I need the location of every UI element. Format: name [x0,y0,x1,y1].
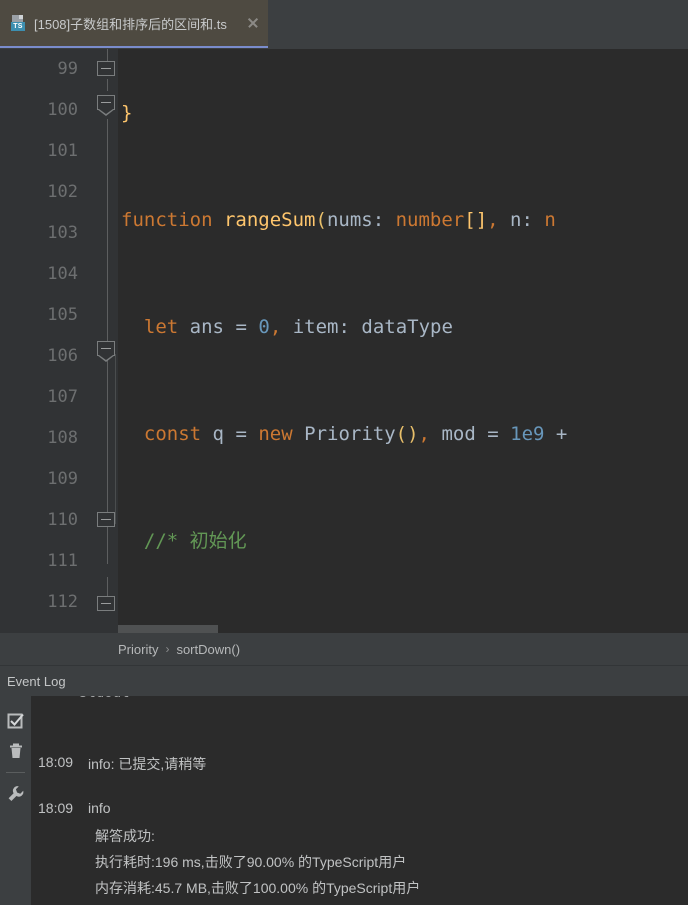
event-log-header[interactable]: Event Log [0,665,688,696]
breadcrumb-item-priority[interactable]: Priority [118,642,158,657]
fold-marker-expand[interactable] [97,95,116,116]
line-number: 99 [57,59,78,79]
code-line-99[interactable]: } [118,93,688,134]
typescript-badge-label: TS [11,22,25,31]
line-number-column: 99 100 101 102 103 104 105 106 107 108 1… [0,49,84,623]
delete-icon[interactable] [0,736,31,766]
event-log-time: 18:09 [38,754,74,770]
settings-icon[interactable] [0,779,31,809]
typescript-file-icon: TS [10,15,26,31]
chevron-right-icon: › [165,642,170,656]
event-log-content[interactable]: stdout 18:09 info: 已提交,请稍等 18:09 info 解答… [31,696,688,905]
editor-hscrollbar-thumb[interactable] [118,625,218,633]
event-log-detail: 解答成功: [95,828,155,844]
editor-tab-title: [1508]子数组和排序后的区间和.ts [34,16,227,32]
code-editor[interactable]: 99 100 101 102 103 104 105 106 107 108 1… [0,49,688,633]
fold-marker-expand[interactable] [97,341,116,362]
line-number: 104 [47,264,78,284]
ide-window: TS [1508]子数组和排序后的区间和.ts 99 100 101 102 1… [0,0,688,905]
event-log-panel: stdout 18:09 info: 已提交,请稍等 18:09 info 解答… [0,696,688,905]
line-number: 107 [47,387,78,407]
toolbar-divider [6,772,25,773]
event-log-entry[interactable]: 18:09 info [31,800,111,816]
editor-hscrollbar[interactable] [118,625,688,633]
event-log-time: 18:09 [38,800,74,816]
line-number: 100 [47,100,78,120]
event-log-message: info [88,800,111,816]
event-log-detail: 执行耗时:196 ms,击败了90.00% 的TypeScript用户 [95,854,407,870]
code-line-102[interactable]: const q = new Priority(), mod = 1e9 + [118,414,688,455]
code-line-100[interactable]: function rangeSum(nums: number[], n: n [118,200,688,241]
line-number: 101 [47,141,78,161]
line-number: 110 [47,510,78,530]
event-log-clipped-line: stdout [79,696,130,701]
indent-guide [115,354,116,524]
editor-tab-active[interactable]: TS [1508]子数组和排序后的区间和.ts [0,0,268,48]
code-text-area[interactable]: } function rangeSum(nums: number[], n: n… [118,49,688,633]
line-number: 112 [47,592,78,612]
event-log-message: info: 已提交,请稍等 [88,756,207,772]
code-line-101[interactable]: let ans = 0, item: dataType [118,307,688,348]
line-number: 106 [47,346,78,366]
code-line-103[interactable]: //* 初始化 [118,521,688,562]
close-icon[interactable] [246,16,260,30]
event-log-toolbar [0,696,31,905]
line-number: 105 [47,305,78,325]
line-number: 102 [47,182,78,202]
line-number: 109 [47,469,78,489]
event-log-detail: 内存消耗:45.7 MB,击败了100.00% 的TypeScript用户 [95,880,421,896]
editor-gutter[interactable]: 99 100 101 102 103 104 105 106 107 108 1… [0,49,118,633]
event-log-title: Event Log [7,673,66,689]
fold-marker-collapse[interactable] [97,61,116,77]
line-number: 111 [47,551,78,571]
fold-marker-collapse[interactable] [97,512,116,528]
mark-all-read-icon[interactable] [0,706,31,736]
fold-marker-collapse[interactable] [97,596,116,612]
editor-tab-bar: TS [1508]子数组和排序后的区间和.ts [0,0,688,49]
line-number: 108 [47,428,78,448]
event-log-entry[interactable]: 18:09 info: 已提交,请稍等 [31,754,206,774]
code-folding-column[interactable] [96,49,118,633]
breadcrumb-item-sortdown[interactable]: sortDown() [176,642,240,657]
breadcrumb[interactable]: Priority › sortDown() [0,633,688,665]
line-number: 103 [47,223,78,243]
